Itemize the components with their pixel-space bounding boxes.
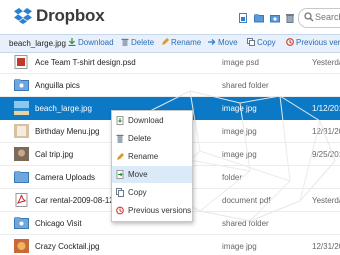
delete-icon [116, 134, 124, 143]
context-menu: Download Delete Rename Move Copy Previou… [111, 110, 193, 222]
copy-icon [116, 188, 124, 197]
dropbox-window: Dropbox beach_large.jpg Downlo [0, 0, 340, 255]
trash-icon[interactable] [285, 13, 295, 23]
image-thumbnail [14, 239, 29, 253]
image-thumbnail [14, 101, 29, 115]
search-box[interactable] [298, 8, 340, 28]
download-icon [68, 38, 76, 47]
download-icon [116, 116, 124, 125]
file-row[interactable]: Ace Team T-shirt design.psd image psd Ye… [0, 51, 340, 74]
file-date: Yesterday [312, 58, 340, 67]
toolbar-download-label: Download [78, 38, 114, 47]
rename-icon [162, 38, 169, 45]
toolbar-delete-label: Delete [131, 38, 155, 47]
file-date: Yesterday [312, 196, 340, 205]
shared-folder-icon [14, 79, 29, 91]
toolbar-previous-version-button[interactable]: Previous version [286, 38, 340, 47]
file-name: Birthday Menu.jpg [35, 127, 100, 136]
file-kind: image jpg [222, 104, 257, 113]
selected-file-title: beach_large.jpg [9, 39, 66, 48]
history-icon [286, 38, 294, 46]
context-menu-move[interactable]: Move [112, 166, 192, 183]
file-row[interactable]: Crazy Cocktail.jpg image jpg 12/31/2012 [0, 235, 340, 255]
context-menu-label: Copy [128, 188, 147, 197]
history-icon [116, 206, 124, 215]
file-date: 12/31/2012 [312, 242, 340, 251]
file-date: 1/12/2013 [312, 104, 340, 113]
delete-icon [121, 38, 129, 46]
context-menu-copy[interactable]: Copy [112, 184, 192, 201]
file-kind: shared folder [222, 219, 269, 228]
context-menu-delete[interactable]: Delete [112, 130, 192, 147]
context-menu-label: Delete [128, 134, 152, 143]
move-icon [208, 39, 216, 45]
context-menu-label: Move [128, 170, 148, 179]
toolbar-move-button[interactable]: Move [208, 38, 238, 47]
folder-icon [14, 171, 29, 183]
app-title: Dropbox [36, 6, 105, 25]
context-menu-download[interactable]: Download [112, 112, 192, 129]
psd-image-icon [14, 55, 28, 69]
context-menu-previous-versions[interactable]: Previous versions [112, 202, 192, 219]
file-name: Ace Team T-shirt design.psd [35, 58, 136, 67]
file-row[interactable]: Anguilla pics shared folder [0, 74, 340, 97]
toolbar-previous-version-label: Previous version [296, 38, 340, 47]
copy-icon [247, 38, 255, 46]
file-kind: document pdf [222, 196, 271, 205]
file-name: beach_large.jpg [35, 104, 92, 113]
upload-file-icon[interactable] [238, 13, 248, 23]
toolbar-download-button[interactable]: Download [68, 38, 114, 47]
share-folder-icon[interactable] [270, 13, 280, 23]
toolbar-copy-label: Copy [257, 38, 276, 47]
file-name: Crazy Cocktail.jpg [35, 242, 100, 251]
toolbar-rename-button[interactable]: Rename [161, 38, 201, 47]
file-kind: image jpg [222, 127, 257, 136]
context-menu-label: Previous versions [128, 206, 192, 215]
file-date: 9/25/2011 [312, 150, 340, 159]
file-kind: shared folder [222, 81, 269, 90]
file-name: Camera Uploads [35, 173, 96, 182]
file-kind: image psd [222, 58, 259, 67]
file-kind: image jpg [222, 150, 257, 159]
context-menu-label: Rename [128, 152, 159, 161]
file-kind: folder [222, 173, 243, 182]
image-thumbnail [14, 147, 29, 161]
toolbar-move-label: Move [218, 38, 238, 47]
image-thumbnail [14, 124, 29, 138]
toolbar-delete-button[interactable]: Delete [121, 38, 154, 47]
file-name: Chicago Visit [35, 219, 82, 228]
search-input[interactable] [315, 11, 340, 23]
top-bar: Dropbox [0, 0, 340, 34]
new-folder-icon[interactable] [254, 13, 264, 23]
search-icon [304, 12, 314, 22]
pdf-icon [15, 193, 28, 207]
file-name: Anguilla pics [35, 81, 80, 90]
file-date: 12/31/2012 [312, 127, 340, 136]
shared-folder-icon [14, 217, 29, 229]
file-kind: image jpg [222, 242, 257, 251]
context-menu-label: Download [128, 116, 164, 125]
toolbar-rename-label: Rename [171, 38, 202, 47]
dropbox-logo-icon [14, 8, 32, 24]
file-name: Cal trip.jpg [35, 150, 74, 159]
move-icon [116, 170, 124, 179]
rename-icon [117, 153, 124, 160]
toolbar-copy-button[interactable]: Copy [247, 38, 276, 47]
context-menu-rename[interactable]: Rename [112, 148, 192, 165]
